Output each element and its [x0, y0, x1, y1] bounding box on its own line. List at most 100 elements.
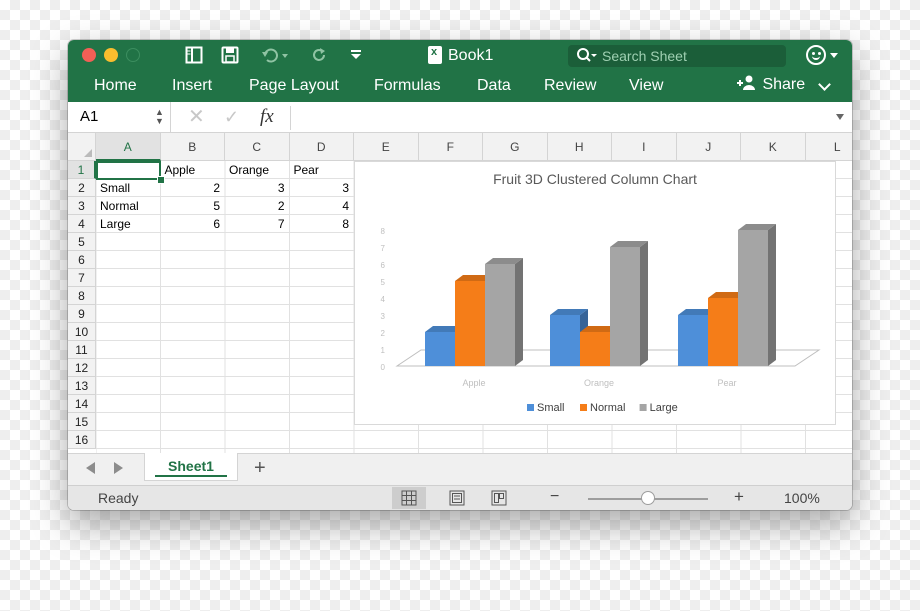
normal-view-icon	[401, 490, 417, 506]
confirm-formula-icon[interactable]: ✓	[224, 102, 239, 132]
y-tick-label: 3	[381, 312, 386, 321]
cell-d4[interactable]: 8	[294, 215, 349, 233]
page-break-view-icon	[491, 490, 507, 506]
column-header-h[interactable]: H	[547, 133, 612, 161]
row-header-5[interactable]: 5	[68, 233, 96, 251]
column-header-l[interactable]: L	[805, 133, 852, 161]
normal-view-button[interactable]	[392, 487, 426, 509]
share-button[interactable]: Share	[736, 75, 805, 95]
legend-swatch-large	[639, 404, 647, 411]
row-header-16[interactable]: 16	[68, 431, 96, 449]
cell-c2[interactable]: 3	[229, 179, 285, 197]
selected-cell-outline	[96, 161, 161, 180]
x-tick-label-pear: Pear	[717, 378, 736, 388]
row-header-6[interactable]: 6	[68, 251, 96, 269]
tab-home[interactable]: Home	[94, 76, 137, 96]
column-header-a[interactable]: A	[96, 133, 161, 161]
save-icon[interactable]	[220, 46, 240, 66]
column-header-f[interactable]: F	[418, 133, 483, 161]
feedback-smiley-icon[interactable]	[806, 45, 826, 65]
row-header-12[interactable]: 12	[68, 359, 96, 377]
zoom-level[interactable]: 100%	[784, 490, 820, 506]
tab-insert[interactable]: Insert	[172, 76, 212, 96]
previous-sheet-icon[interactable]	[86, 462, 95, 474]
zoom-out-button[interactable]: −	[550, 488, 559, 506]
chevron-down-icon[interactable]	[830, 53, 838, 58]
row-header-2[interactable]: 2	[68, 179, 96, 197]
share-chevron-icon[interactable]	[818, 78, 831, 91]
undo-icon[interactable]	[258, 46, 292, 66]
tab-data[interactable]: Data	[477, 76, 511, 96]
page-layout-view-button[interactable]	[440, 487, 474, 509]
formula-input[interactable]	[290, 106, 835, 130]
row-header-10[interactable]: 10	[68, 323, 96, 341]
row-header-9[interactable]: 9	[68, 305, 96, 323]
zoom-slider-knob[interactable]	[641, 491, 655, 505]
column-header-g[interactable]: G	[483, 133, 548, 161]
zoom-in-button[interactable]: +	[734, 487, 744, 507]
page-layout-view-icon	[449, 490, 465, 506]
row-header-7[interactable]: 7	[68, 269, 96, 287]
sheet-tab-sheet1[interactable]: Sheet1	[144, 453, 238, 481]
fill-handle[interactable]	[157, 176, 165, 184]
cell-d3[interactable]: 4	[294, 197, 349, 215]
row-header-3[interactable]: 3	[68, 197, 96, 215]
cell-a4[interactable]: Large	[100, 215, 156, 233]
cell-d1[interactable]: Pear	[294, 161, 350, 179]
tab-review[interactable]: Review	[544, 76, 596, 96]
column-header-i[interactable]: I	[612, 133, 677, 161]
column-header-k[interactable]: K	[741, 133, 806, 161]
cell-a3[interactable]: Normal	[100, 197, 156, 215]
cell-b3[interactable]: 5	[165, 197, 220, 215]
row-header-15[interactable]: 15	[68, 413, 96, 431]
fruit-chart[interactable]: Fruit 3D Clustered Column Chart 0 1 2 3 4 5 6 7 8…	[354, 161, 836, 425]
search-sheet-box[interactable]: Search Sheet	[568, 45, 786, 67]
row-header-1[interactable]: 1	[68, 161, 96, 179]
cell-b2[interactable]: 2	[165, 179, 220, 197]
cell-c1[interactable]: Orange	[229, 161, 285, 179]
row-header-8[interactable]: 8	[68, 287, 96, 305]
row-header-14[interactable]: 14	[68, 395, 96, 413]
customize-toolbar-icon[interactable]	[348, 46, 364, 66]
cell-a2[interactable]: Small	[100, 179, 156, 197]
title-bar: Book1 Search Sheet	[68, 40, 852, 72]
share-label: Share	[762, 76, 806, 93]
add-sheet-button[interactable]: +	[254, 456, 266, 480]
insert-function-icon[interactable]: fx	[260, 102, 274, 132]
next-sheet-icon[interactable]	[114, 462, 123, 474]
worksheet-grid[interactable]: ABCDEFGHIJKL 1 2 3 4 5 6 7 8 9 10 11 12 13 14 15 16 App…	[68, 133, 852, 453]
column-header-c[interactable]: C	[225, 133, 290, 161]
cell-b1[interactable]: Apple	[165, 161, 221, 179]
column-header-d[interactable]: D	[289, 133, 354, 161]
cell-c4[interactable]: 7	[229, 215, 285, 233]
row-header-13[interactable]: 13	[68, 377, 96, 395]
name-box-stepper-icon[interactable]: ▲ ▼	[155, 108, 164, 126]
cell-c3[interactable]: 2	[229, 197, 285, 215]
legend-label-small: Small	[537, 402, 565, 414]
search-icon	[575, 45, 597, 74]
bar-large-pear	[738, 224, 776, 366]
zoom-window-button[interactable]	[126, 48, 140, 62]
tab-page-layout[interactable]: Page Layout	[249, 76, 339, 96]
tab-formulas[interactable]: Formulas	[374, 76, 441, 96]
tab-view[interactable]: View	[629, 76, 663, 96]
select-all-corner[interactable]	[68, 133, 96, 161]
close-window-button[interactable]	[82, 48, 96, 62]
name-box[interactable]: A1 ▲ ▼	[68, 102, 171, 132]
y-tick-label: 5	[381, 278, 386, 287]
cell-d2[interactable]: 3	[294, 179, 349, 197]
expand-formula-bar-icon[interactable]	[836, 114, 844, 120]
redo-icon[interactable]	[310, 46, 330, 66]
cell-b4[interactable]: 6	[165, 215, 220, 233]
page-break-view-button[interactable]	[482, 487, 516, 509]
legend-label-normal: Normal	[590, 402, 625, 414]
row-header-4[interactable]: 4	[68, 215, 96, 233]
column-header-b[interactable]: B	[160, 133, 225, 161]
column-header-j[interactable]: J	[676, 133, 741, 161]
sidebar-icon[interactable]	[184, 46, 204, 66]
column-header-e[interactable]: E	[354, 133, 419, 161]
row-header-11[interactable]: 11	[68, 341, 96, 359]
cancel-formula-icon[interactable]: ✕	[188, 102, 205, 132]
search-placeholder: Search Sheet	[602, 48, 687, 64]
minimize-window-button[interactable]	[104, 48, 118, 62]
